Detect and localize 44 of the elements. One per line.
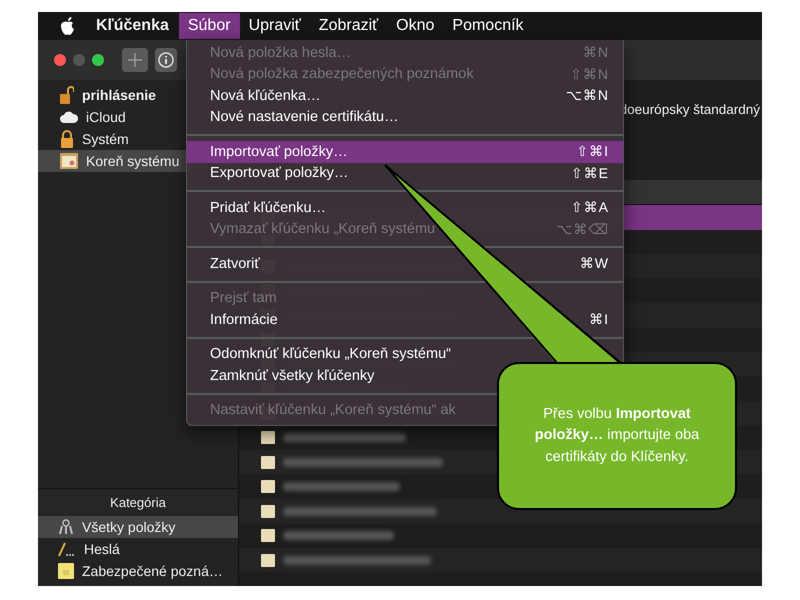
info-icon [158, 52, 174, 68]
category-item[interactable]: Zabezpečené pozná… [38, 560, 238, 582]
menu-bar-item[interactable]: Súbor [178, 13, 240, 39]
menu-item[interactable]: Informácie ⌘I [187, 309, 623, 330]
shortcut-text: ⇧⌘A [570, 199, 609, 216]
menu-bar-item[interactable]: Okno [387, 13, 444, 39]
padlock-icon [60, 130, 74, 148]
menu-item[interactable]: Odomknúť kľúčenku „Koreň systému“ [187, 344, 623, 365]
shortcut-text: ⌥⌘N [566, 87, 609, 104]
note-icon [58, 563, 74, 579]
category-item[interactable]: Všetky položky [38, 516, 238, 538]
apple-logo-icon[interactable] [60, 16, 76, 36]
menu-item[interactable]: Pridať kľúčenku… ⇧⌘A [187, 197, 623, 218]
shortcut-text: ⌘W [580, 255, 609, 272]
shortcut-text: ⌘N [582, 44, 609, 62]
open-padlock-icon [60, 86, 74, 104]
shortcut-text: ⇧⌘E [570, 164, 609, 182]
category-label: Zabezpečené pozná… [82, 563, 223, 579]
category-label: Všetky položky [82, 519, 176, 535]
shortcut-text: ⇧⌘I [576, 143, 609, 160]
cloud-icon [60, 111, 78, 123]
menu-bar-item[interactable]: Zobraziť [310, 13, 388, 39]
keys-icon [58, 519, 74, 535]
shortcut-text: ⌥⌘⌫ [556, 220, 609, 238]
app-name[interactable]: Kľúčenka [76, 17, 179, 35]
plus-icon [128, 53, 142, 67]
menu-bar-item[interactable]: Pomocník [443, 13, 533, 39]
menu-item[interactable]: Importovať položky… ⇧⌘I [187, 141, 623, 162]
close-window-button[interactable] [54, 54, 66, 66]
shortcut-text: ⌘I [589, 311, 609, 328]
pencil-dots-icon [58, 541, 76, 557]
add-button[interactable] [122, 48, 148, 72]
info-button[interactable] [155, 48, 177, 72]
category-item[interactable]: Heslá [38, 538, 238, 560]
keychain-label: iCloud [86, 109, 126, 125]
category-label: Heslá [84, 541, 120, 557]
menu-bar-item[interactable]: Upraviť [240, 13, 310, 39]
instruction-tooltip: Přes volbu Importovat položky… importujte oba certifikáty do Klíčenky. [497, 362, 737, 510]
keychain-label: prihlásenie [82, 87, 156, 103]
zoom-window-button[interactable] [92, 54, 104, 66]
menu-item[interactable]: Zatvoriť ⌘W [187, 253, 623, 274]
keychain-label: Systém [82, 131, 129, 147]
shortcut-text: ⇧⌘N [570, 66, 609, 83]
keychain-label: Koreň systému [86, 153, 180, 169]
